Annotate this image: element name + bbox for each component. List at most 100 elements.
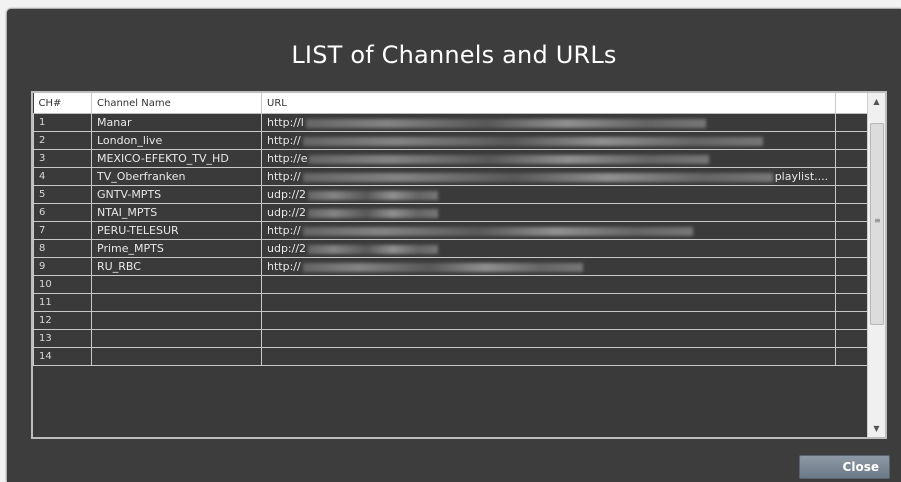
channel-name-cell[interactable]	[91, 293, 262, 312]
channel-name-cell[interactable]	[91, 329, 262, 348]
channel-number-cell: 3	[33, 149, 92, 168]
url-cell[interactable]: http://	[261, 257, 836, 276]
channel-number-cell: 8	[33, 239, 92, 258]
extra-cell	[835, 149, 870, 168]
extra-cell	[835, 257, 870, 276]
channel-number-cell: 6	[33, 203, 92, 222]
dialog-title: LIST of Channels and URLs	[291, 41, 617, 69]
table-row[interactable]: 14	[33, 347, 870, 366]
table-row[interactable]: 2 London_live http://	[33, 131, 870, 150]
url-visible-text: http://	[267, 260, 301, 273]
channel-number-cell: 14	[33, 347, 92, 366]
redacted-url-blur	[305, 118, 706, 128]
column-header-url[interactable]: URL	[261, 93, 836, 114]
channel-name-cell[interactable]	[91, 275, 262, 294]
table-row[interactable]: 9 RU_RBC http://	[33, 257, 870, 276]
channel-number-cell: 2	[33, 131, 92, 150]
channel-number-cell: 9	[33, 257, 92, 276]
url-cell[interactable]	[261, 329, 836, 348]
column-header-extra[interactable]	[835, 93, 870, 114]
channel-name-cell[interactable]: London_live	[91, 131, 262, 150]
channel-name-cell[interactable]: Manar	[91, 113, 262, 132]
channel-list-dialog: LIST of Channels and URLs CH# Channel Na…	[7, 9, 901, 482]
close-button[interactable]: Close	[799, 455, 890, 479]
url-visible-text: http://	[267, 134, 301, 147]
table-row[interactable]: 13	[33, 329, 870, 348]
channel-name-cell[interactable]: GNTV-MPTS	[91, 185, 262, 204]
redacted-url-blur	[308, 190, 439, 200]
table-row[interactable]: 11	[33, 293, 870, 312]
url-cell[interactable]: http://l	[261, 113, 836, 132]
extra-cell	[835, 131, 870, 150]
url-visible-text: udp://2	[267, 206, 307, 219]
url-cell[interactable]	[261, 293, 836, 312]
table-row[interactable]: 1 Manar http://l	[33, 113, 870, 132]
redacted-url-blur	[309, 154, 710, 164]
url-visible-text: http://e	[267, 152, 308, 165]
channel-name-cell[interactable]: Prime_MPTS	[91, 239, 262, 258]
vertical-scrollbar[interactable]: ▲ ≡ ▼	[867, 93, 885, 437]
table-row[interactable]: 8 Prime_MPTS udp://2	[33, 239, 870, 258]
url-cell[interactable]	[261, 311, 836, 330]
redacted-url-blur	[308, 208, 439, 218]
channel-number-cell: 7	[33, 221, 92, 240]
channel-number-cell: 10	[33, 275, 92, 294]
url-visible-text: udp://2	[267, 188, 307, 201]
channel-number-cell: 11	[33, 293, 92, 312]
url-visible-text: http://	[267, 170, 301, 183]
url-cell[interactable]: udp://2	[261, 239, 836, 258]
extra-cell	[835, 329, 870, 348]
redacted-url-blur	[308, 244, 439, 254]
channel-number-cell: 5	[33, 185, 92, 204]
extra-cell	[835, 167, 870, 186]
table-row[interactable]: 6 NTAI_MPTS udp://2	[33, 203, 870, 222]
channel-name-cell[interactable]: NTAI_MPTS	[91, 203, 262, 222]
table-row[interactable]: 7 PERU-TELESUR http://	[33, 221, 870, 240]
url-cell[interactable]: http://e	[261, 149, 836, 168]
extra-cell	[835, 203, 870, 222]
channel-name-cell[interactable]: MEXICO-EFEKTO_TV_HD	[91, 149, 262, 168]
extra-cell	[835, 185, 870, 204]
url-cell[interactable]: http:// playlist....	[261, 167, 836, 186]
channel-table-frame: CH# Channel Name URL 1 Manar http://l 2 Lond…	[31, 91, 887, 439]
table-row[interactable]: 3 MEXICO-EFEKTO_TV_HD http://e	[33, 149, 870, 168]
channel-number-cell: 4	[33, 167, 92, 186]
channel-number-cell: 1	[33, 113, 92, 132]
channel-table: CH# Channel Name URL 1 Manar http://l 2 Lond…	[33, 93, 870, 366]
redacted-url-blur	[302, 262, 583, 272]
extra-cell	[835, 275, 870, 294]
url-cell[interactable]: udp://2	[261, 203, 836, 222]
table-row[interactable]: 12	[33, 311, 870, 330]
channel-name-cell[interactable]: TV_Oberfranken	[91, 167, 262, 186]
table-row[interactable]: 10	[33, 275, 870, 294]
scroll-down-arrow-icon[interactable]: ▼	[868, 420, 885, 437]
channel-name-cell[interactable]	[91, 347, 262, 366]
scrollbar-thumb[interactable]: ≡	[870, 123, 884, 325]
url-cell[interactable]	[261, 347, 836, 366]
column-header-channel-number[interactable]: CH#	[33, 93, 92, 114]
url-cell[interactable]: udp://2	[261, 185, 836, 204]
channel-name-cell[interactable]: RU_RBC	[91, 257, 262, 276]
extra-cell	[835, 293, 870, 312]
extra-cell	[835, 347, 870, 366]
table-header-row: CH# Channel Name URL	[33, 93, 870, 114]
table-row[interactable]: 4 TV_Oberfranken http:// playlist....	[33, 167, 870, 186]
url-visible-text: http://l	[267, 116, 304, 129]
url-visible-text: http://	[267, 224, 301, 237]
channel-number-cell: 13	[33, 329, 92, 348]
redacted-url-blur	[302, 172, 773, 182]
channel-name-cell[interactable]: PERU-TELESUR	[91, 221, 262, 240]
redacted-url-blur	[302, 136, 763, 146]
url-cell[interactable]: http://	[261, 131, 836, 150]
extra-cell	[835, 311, 870, 330]
url-cell[interactable]	[261, 275, 836, 294]
url-suffix-text: playlist....	[774, 170, 829, 183]
extra-cell	[835, 113, 870, 132]
scroll-up-arrow-icon[interactable]: ▲	[868, 93, 885, 110]
redacted-url-blur	[302, 226, 693, 236]
channel-name-cell[interactable]	[91, 311, 262, 330]
table-row[interactable]: 5 GNTV-MPTS udp://2	[33, 185, 870, 204]
column-header-channel-name[interactable]: Channel Name	[91, 93, 262, 114]
url-cell[interactable]: http://	[261, 221, 836, 240]
extra-cell	[835, 221, 870, 240]
